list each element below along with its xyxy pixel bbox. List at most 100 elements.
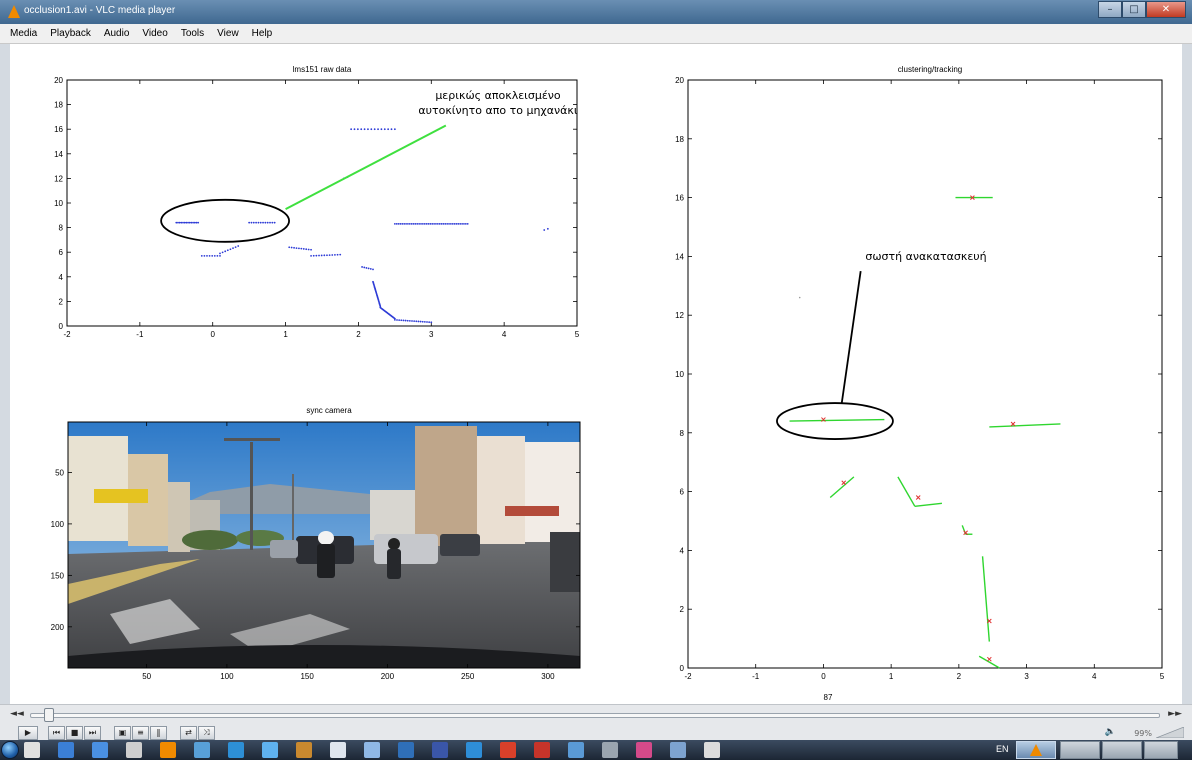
- window-icon[interactable]: [364, 742, 380, 758]
- y-tick-label: 10: [675, 370, 684, 379]
- seek-back-icon[interactable]: ◄◄: [10, 709, 24, 719]
- scan-point: [436, 223, 439, 225]
- seek-handle[interactable]: [43, 708, 54, 722]
- scan-point: [402, 319, 405, 322]
- chart-icon[interactable]: [670, 742, 686, 758]
- raw-annotation-line-1: μερικώς αποκλεισμένο: [435, 89, 561, 102]
- menu-audio[interactable]: Audio: [104, 28, 130, 39]
- scan-point: [464, 223, 467, 225]
- chrome-icon[interactable]: [24, 742, 40, 758]
- taskbar-slot[interactable]: [1144, 741, 1178, 759]
- next-button[interactable]: ⏭: [84, 726, 101, 740]
- people-icon[interactable]: [228, 742, 244, 758]
- x-tick-label: 5: [575, 330, 580, 339]
- close-button[interactable]: ✕: [1146, 1, 1186, 18]
- raw-annotation-line-2: αυτοκίνητο απο το μηχανάκι: [418, 104, 578, 117]
- scan-point: [401, 223, 404, 225]
- previous-button[interactable]: ⏮: [48, 726, 65, 740]
- scan-point: [461, 223, 464, 225]
- menu-help[interactable]: Help: [252, 28, 273, 39]
- scan-point: [318, 254, 320, 257]
- scan-point: [237, 245, 240, 247]
- taskbar-slot[interactable]: [1060, 741, 1100, 759]
- skype-icon[interactable]: [262, 742, 278, 758]
- document-icon[interactable]: [398, 742, 414, 758]
- photos-icon[interactable]: [432, 742, 448, 758]
- scan-point: [433, 223, 435, 225]
- speaker-icon[interactable]: 🔈: [1105, 727, 1116, 737]
- scan-point: [363, 128, 366, 131]
- scan-point: [288, 246, 291, 249]
- title-bar: occlusion1.avi - VLC media player – □ ✕: [0, 0, 1192, 24]
- taskbar-vlc-button[interactable]: [1016, 741, 1056, 759]
- scan-point: [423, 223, 426, 225]
- paint-icon[interactable]: [160, 742, 176, 758]
- camera-plot-title: sync camera: [306, 406, 352, 415]
- seek-bar[interactable]: [30, 713, 1160, 718]
- volume-slider[interactable]: [1156, 727, 1184, 738]
- scan-point: [234, 246, 237, 249]
- scan-point: [390, 128, 393, 131]
- explorer-icon[interactable]: [58, 742, 74, 758]
- scan-point: [396, 319, 398, 321]
- scan-point: [331, 254, 334, 256]
- menu-tools[interactable]: Tools: [181, 28, 204, 39]
- scan-point: [353, 128, 356, 131]
- network-icon[interactable]: [296, 742, 312, 758]
- start-button[interactable]: [1, 741, 19, 759]
- scan-point: [393, 223, 396, 225]
- scan-point: [369, 268, 372, 270]
- notepad-icon[interactable]: [602, 742, 618, 758]
- playlist-button[interactable]: ≡: [132, 726, 149, 740]
- maximize-button[interactable]: □: [1122, 1, 1146, 18]
- fullscreen-button[interactable]: ▣: [114, 726, 131, 740]
- scan-point: [419, 320, 422, 323]
- scan-point: [193, 221, 196, 224]
- media-icon[interactable]: [466, 742, 482, 758]
- scan-point: [380, 128, 383, 131]
- random-button[interactable]: ⤨: [198, 726, 215, 740]
- folder-icon[interactable]: [92, 742, 108, 758]
- scan-point: [262, 221, 264, 224]
- language-indicator[interactable]: EN: [996, 744, 1009, 754]
- scan-point: [219, 252, 221, 255]
- extended-settings-button[interactable]: ‖: [150, 726, 167, 740]
- filezilla-icon[interactable]: [568, 742, 584, 758]
- vlc-icon[interactable]: [194, 742, 210, 758]
- scan-point: [373, 128, 376, 131]
- settings-icon[interactable]: [500, 742, 516, 758]
- taskbar-slot[interactable]: [1102, 741, 1142, 759]
- menu-view[interactable]: View: [217, 28, 239, 39]
- matlab-icon[interactable]: [330, 742, 346, 758]
- scan-point: [395, 223, 398, 225]
- menu-media[interactable]: Media: [10, 28, 37, 39]
- minimize-button[interactable]: –: [1098, 1, 1122, 18]
- stop-button[interactable]: ■: [66, 726, 83, 740]
- seek-forward-icon[interactable]: ►►: [1168, 709, 1182, 719]
- vlc-cone-icon: [8, 5, 20, 18]
- play-button[interactable]: ▶: [18, 726, 38, 740]
- scan-point: [315, 254, 318, 257]
- files-icon[interactable]: [704, 742, 720, 758]
- loop-button[interactable]: ⇄: [180, 726, 197, 740]
- menu-video[interactable]: Video: [142, 28, 167, 39]
- scan-point: [211, 254, 214, 257]
- camera-icon[interactable]: [534, 742, 550, 758]
- scan-point: [208, 254, 211, 257]
- scan-point: [420, 223, 422, 225]
- menu-playback[interactable]: Playback: [50, 28, 91, 39]
- scan-point: [310, 248, 312, 251]
- scan-point: [383, 128, 386, 131]
- tracking-annotation: σωστή ανακατασκευή: [865, 250, 986, 263]
- x-tick-label: 2: [957, 672, 962, 681]
- scan-point: [305, 248, 308, 251]
- outlook-icon[interactable]: [126, 742, 142, 758]
- scan-point: [232, 247, 234, 250]
- terminal-icon[interactable]: [636, 742, 652, 758]
- x-tick-label: 3: [1024, 672, 1029, 681]
- vlc-cone-icon: [1030, 744, 1042, 756]
- y-tick-label: 2: [59, 297, 64, 306]
- scan-point: [429, 223, 432, 225]
- scan-point: [259, 221, 262, 224]
- y-tick-label: 16: [54, 125, 63, 134]
